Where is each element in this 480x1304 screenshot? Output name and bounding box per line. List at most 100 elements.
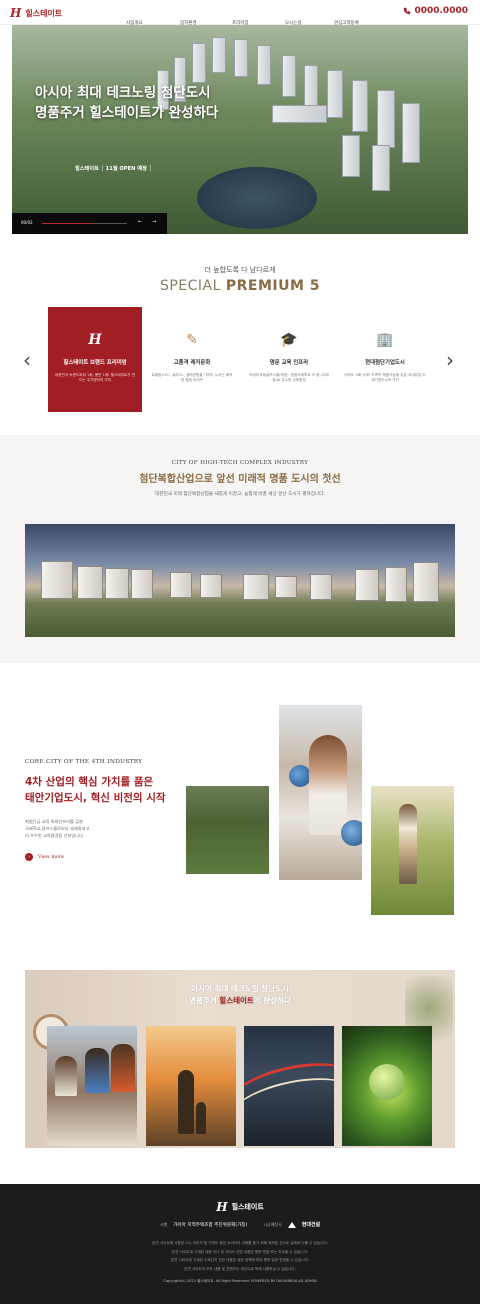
parent-silhouette xyxy=(178,1070,194,1134)
premium-card-desc: 박세리국제골프스쿨(예정), 명품국제학교 초·중·고(예정)로 우수한 교육환… xyxy=(249,373,329,383)
city-building xyxy=(77,566,103,599)
next-slide-button[interactable]: → xyxy=(152,219,156,225)
hero-lake xyxy=(197,167,317,229)
footer-note: 본견 사이트의 모든 내용 및 콘텐츠는 무단으로 복제 사용하실 수 없습니다… xyxy=(184,1266,296,1271)
logo-text: 힐스테이트 xyxy=(25,8,63,18)
hero-building xyxy=(272,105,327,123)
hero-subtitle: 힐스테이트 │ 11월 OPEN 예정 │ xyxy=(75,166,152,172)
band-line-text: 아시아 최대 xyxy=(191,984,231,993)
site-logo[interactable]: H 힐스테이트 xyxy=(10,6,62,20)
core-title: 4차 산업의 핵심 가치를 품은 태안기업도시, 혁신 비전의 시작 xyxy=(25,775,166,807)
hero-title: 아시아 최대 테크노링 첨단도시 명품주거 힐스테이트가 완성하다 xyxy=(35,84,218,123)
premium-card-title: 힐스테이트 브랜드 프리미엄 xyxy=(63,360,127,366)
city-description: 대한민국 미래 첨단복합산업을 새롭게 이끌고, 높합게 바꿀 세상 앞선 도시… xyxy=(155,492,325,497)
hero-building xyxy=(212,37,226,73)
phone-link[interactable]: 0000.0000 xyxy=(403,6,468,16)
green-globe-photo xyxy=(342,1026,432,1146)
builder-label: 시공예정사 xyxy=(263,1221,282,1227)
hero-building xyxy=(282,55,296,97)
core-title-line: 태안기업도시, 혁신 비전의 시작 xyxy=(25,791,166,804)
globe-shape xyxy=(341,820,362,846)
hero-building xyxy=(304,65,318,110)
logo-mark-icon: H xyxy=(10,6,22,20)
premium-next-button[interactable]: › xyxy=(446,348,454,372)
city-building xyxy=(131,569,153,599)
city-building xyxy=(105,568,129,599)
footer-logo-mark-icon: H xyxy=(216,1200,228,1214)
view-more-label: View more xyxy=(38,854,64,860)
city-building xyxy=(385,567,407,602)
golf-icon: ✎ xyxy=(186,332,198,348)
builder-name: 현대건설 xyxy=(301,1222,321,1228)
golfer-figure xyxy=(399,804,417,884)
hero-building xyxy=(402,103,420,163)
core-description: 최첨단급 교육 특화인프라를 갖춘 국제학교,골프스쿨로보다 세계화되고 더 우… xyxy=(25,818,89,839)
hero-slider-controls: 00/03 ← → xyxy=(12,213,167,234)
premium-card-brand[interactable]: H 힐스테이트 브랜드 프리미엄 대한민국 브랜드파워 1위, 품번 1위! 힐… xyxy=(48,307,142,412)
band-line-text: 가 완성하다 xyxy=(253,996,291,1005)
graduation-cap-icon: 🎓 xyxy=(280,332,298,348)
footer-logo: H 힐스테이트 xyxy=(0,1200,480,1214)
hero-building xyxy=(377,90,395,148)
arrow-right-icon: › xyxy=(25,853,33,861)
premium-card-title: 고품격 레저문화 xyxy=(173,360,211,366)
brand-logo-icon: H xyxy=(88,332,102,348)
band-highlight: 힐스테이트 xyxy=(219,996,254,1005)
hero-title-line: 아시아 최대 테크노링 첨단도시 xyxy=(35,85,211,101)
premium-card-title: 현대첨단기업도시 xyxy=(365,360,405,366)
premium-title-bold: PREMIUM 5 xyxy=(225,278,321,294)
band-line-text: 테크노링 첨단도시 xyxy=(230,984,289,993)
footer-note: 본견 사이트에 사용된 CG, 이미지 및 지역도 등은 소비자의 이해를 돕기… xyxy=(152,1241,328,1245)
hero-building xyxy=(327,70,343,118)
hero-building xyxy=(372,145,390,191)
hero-building xyxy=(192,43,206,83)
hero-title-line: 명품주거 힐스테이트가 완성하다 xyxy=(35,104,219,121)
core-desc-line: 최첨단급 교육 특화인프라를 갖춘 xyxy=(25,819,83,824)
footer-notes: 본견 사이트에 사용된 CG, 이미지 및 지역도 등은 소비자의 이해를 돕기… xyxy=(0,1239,480,1274)
premium-card-leisure[interactable]: ✎ 고품격 레저문화 로얄링스CC, 솔라CC, 생태공원을 가까이 누리는 쾌… xyxy=(145,307,239,412)
hero-building xyxy=(257,45,271,85)
premium-card-title: 명문 교육 인프라 xyxy=(269,360,309,366)
green-globe-shape xyxy=(369,1064,405,1100)
premium-prev-button[interactable]: ‹ xyxy=(23,348,31,372)
slide-progress xyxy=(42,223,127,224)
golf-course-photo xyxy=(186,786,269,874)
hero-building xyxy=(234,39,248,77)
city-title: 첨단복합산업으로 앞선 미래적 명품 도시의 첫선 xyxy=(139,474,341,485)
city-building xyxy=(170,572,192,598)
premium-card-desc: 로얄링스CC, 솔라CC, 생태공원을 가까이 누리는 쾌적한 힐링 라이프 xyxy=(151,373,233,383)
band-line-text: 명품주거 xyxy=(189,996,220,1005)
slide-counter: 00/03 xyxy=(21,220,33,225)
premium-title-light: SPECIAL xyxy=(159,278,226,294)
child-figure xyxy=(85,1048,109,1093)
premium-card-desc: 대한민국 브랜드파워 1위, 품번 1위! 힐스테이트가 만드는 주거명작의 가… xyxy=(54,373,136,383)
city-building xyxy=(200,574,222,598)
footer-company-info: 시행 가이아 지역주택조합 추진위원회(가칭) 시공예정사 현대건설 xyxy=(0,1221,480,1228)
city-building xyxy=(310,574,332,600)
city-panorama-image xyxy=(25,524,455,637)
vision-banner-title: 아시아 최대 테크노링 첨단도시 명품주거 힐스테이트가 완성하다 xyxy=(0,983,480,1007)
highway-lights-photo xyxy=(244,1026,334,1146)
agency-name: 가이아 지역주택조합 추진위원회(가칭) xyxy=(173,1222,248,1228)
core-subtitle: CORE CITY OF THE 4TH INDUSTRY xyxy=(25,759,143,765)
core-desc-line: 국제학교,골프스쿨로보다 세계화되고 xyxy=(25,826,90,832)
prev-slide-button[interactable]: ← xyxy=(138,219,142,225)
premium-title: SPECIAL PREMIUM 5 xyxy=(0,278,480,294)
student-figure xyxy=(309,735,347,835)
slide-progress-fill xyxy=(42,223,93,224)
premium-card-enterprise[interactable]: 🏢 현대첨단기업도시 여의도 5배 규모! 자족적 복합기능을 갖춘 국내유일 … xyxy=(338,307,432,412)
child-silhouette xyxy=(196,1102,206,1134)
hero-banner xyxy=(12,25,468,234)
footer-copyright: Copyright(c) 2022 힐스테이트. All Right Reser… xyxy=(163,1279,317,1283)
family-sunset-photo xyxy=(146,1026,236,1146)
hero-building xyxy=(352,80,368,132)
agency-label: 시행 xyxy=(159,1221,168,1227)
premium-card-desc: 여의도 5배 규모! 자족적 복합기능을 갖춘 국내유일 미래기업도시의 가치 xyxy=(344,373,426,383)
premium-card-education[interactable]: 🎓 명문 교육 인프라 박세리국제골프스쿨(예정), 명품국제학교 초·중·고(… xyxy=(242,307,336,412)
view-more-link[interactable]: › View more xyxy=(25,853,64,861)
hero-building xyxy=(342,135,360,177)
city-subtitle: CITY OF HIGH-TECH COMPLEX INDUSTRY xyxy=(171,460,309,466)
city-building xyxy=(413,562,439,602)
city-building xyxy=(243,574,269,600)
globe-shape xyxy=(289,765,311,787)
